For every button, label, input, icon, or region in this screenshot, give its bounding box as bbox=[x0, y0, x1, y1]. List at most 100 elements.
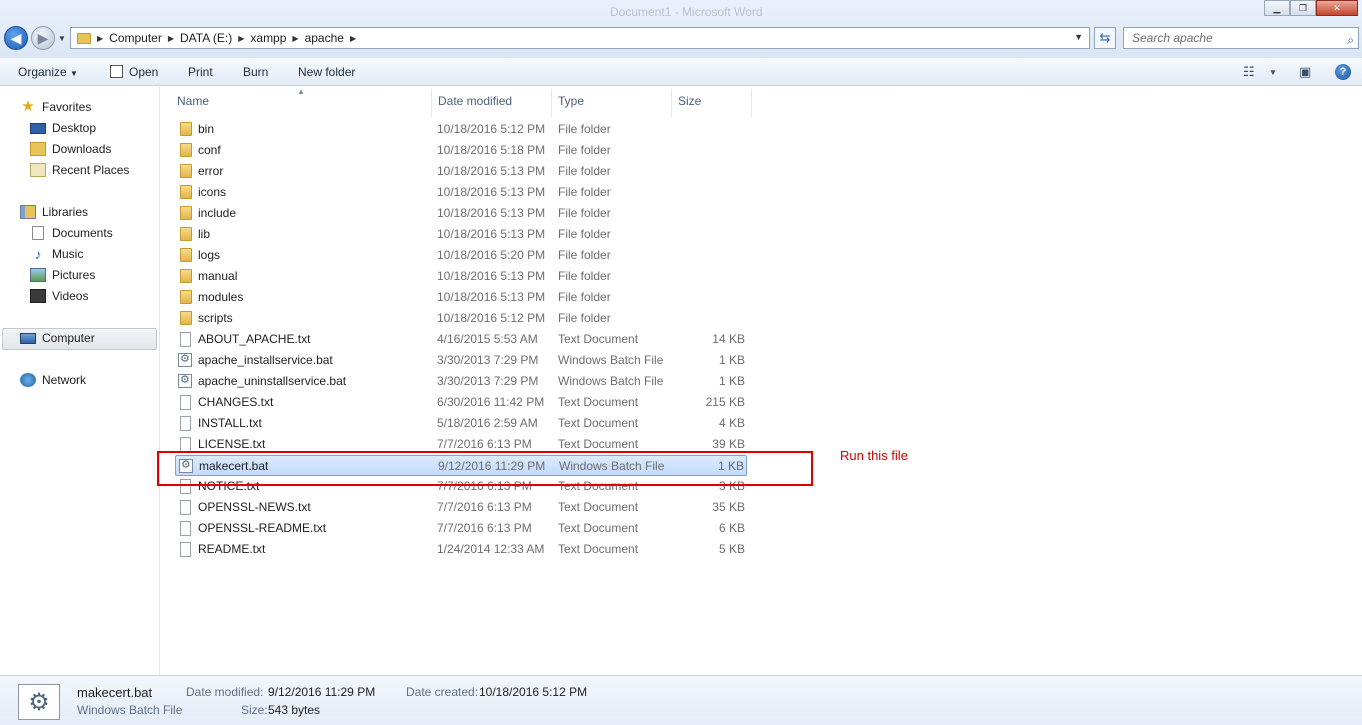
batch-file-icon bbox=[178, 352, 192, 367]
file-row[interactable]: apache_installservice.bat 3/30/2013 7:29 … bbox=[175, 350, 747, 371]
file-row[interactable]: scripts 10/18/2016 5:12 PM File folder bbox=[175, 308, 747, 329]
nav-libraries[interactable]: Libraries bbox=[20, 205, 88, 219]
file-row[interactable]: logs 10/18/2016 5:20 PM File folder bbox=[175, 245, 747, 266]
recent-pages-dropdown[interactable]: ▼ bbox=[58, 34, 66, 43]
nav-recent-places[interactable]: Recent Places bbox=[30, 163, 129, 177]
forward-button[interactable]: ▶ bbox=[31, 26, 55, 50]
text-file-icon bbox=[180, 521, 191, 536]
nav-documents[interactable]: Documents bbox=[30, 226, 113, 240]
breadcrumb-computer[interactable]: Computer bbox=[109, 31, 162, 45]
file-type: File folder bbox=[558, 164, 611, 178]
minimize-button[interactable]: ▁ bbox=[1264, 0, 1290, 16]
file-type: Text Document bbox=[558, 542, 639, 556]
chevron-down-icon[interactable]: ▼ bbox=[1269, 68, 1277, 77]
file-row[interactable]: lib 10/18/2016 5:13 PM File folder bbox=[175, 224, 747, 245]
column-header-type[interactable]: Type bbox=[558, 94, 584, 108]
file-row[interactable]: include 10/18/2016 5:13 PM File folder bbox=[175, 203, 747, 224]
nav-music[interactable]: ♪ Music bbox=[30, 246, 84, 262]
file-row[interactable]: bin 10/18/2016 5:12 PM File folder bbox=[175, 119, 747, 140]
file-name: error bbox=[198, 164, 224, 178]
file-row[interactable]: apache_uninstallservice.bat 3/30/2013 7:2… bbox=[175, 371, 747, 392]
file-type: File folder bbox=[558, 248, 611, 262]
text-file-icon bbox=[180, 395, 191, 410]
breadcrumb-xampp[interactable]: xampp bbox=[250, 31, 286, 45]
search-input[interactable]: Search apache ⌕ bbox=[1123, 27, 1359, 49]
burn-button[interactable]: Burn bbox=[243, 65, 268, 79]
desktop-icon bbox=[30, 122, 46, 134]
column-divider[interactable] bbox=[551, 89, 552, 117]
open-button[interactable]: Open bbox=[129, 65, 158, 79]
refresh-button[interactable]: ⇆ bbox=[1094, 27, 1116, 49]
details-modified-label: Date modified: bbox=[186, 685, 264, 699]
file-row[interactable]: CHANGES.txt 6/30/2016 11:42 PM Text Docume… bbox=[175, 392, 747, 413]
file-row[interactable]: conf 10/18/2016 5:18 PM File folder bbox=[175, 140, 747, 161]
column-header-size[interactable]: Size bbox=[678, 94, 701, 108]
file-row[interactable]: OPENSSL-README.txt 7/7/2016 6:13 PM Text D… bbox=[175, 518, 747, 539]
close-button[interactable]: ✕ bbox=[1316, 0, 1358, 16]
file-name: scripts bbox=[198, 311, 233, 325]
breadcrumb-data-drive[interactable]: DATA (E:) bbox=[180, 31, 232, 45]
nav-pictures[interactable]: Pictures bbox=[30, 268, 95, 282]
file-date: 10/18/2016 5:13 PM bbox=[437, 164, 546, 178]
print-button[interactable]: Print bbox=[188, 65, 213, 79]
file-row[interactable]: INSTALL.txt 5/18/2016 2:59 AM Text Documen… bbox=[175, 413, 747, 434]
chevron-right-icon[interactable]: ▶ bbox=[238, 34, 244, 43]
text-file-icon bbox=[180, 416, 191, 431]
libraries-icon bbox=[20, 205, 36, 219]
new-folder-button[interactable]: New folder bbox=[298, 65, 355, 79]
nav-desktop[interactable]: Desktop bbox=[30, 121, 96, 135]
file-row[interactable]: OPENSSL-NEWS.txt 7/7/2016 6:13 PM Text Doc… bbox=[175, 497, 747, 518]
file-name: ABOUT_APACHE.txt bbox=[198, 332, 311, 346]
file-name: lib bbox=[198, 227, 211, 241]
column-divider[interactable] bbox=[671, 89, 672, 117]
search-icon[interactable]: ⌕ bbox=[1347, 30, 1354, 50]
breadcrumb-apache[interactable]: apache bbox=[305, 31, 344, 45]
file-row[interactable]: README.txt 1/24/2014 12:33 AM Text Documen… bbox=[175, 539, 747, 560]
network-icon bbox=[20, 373, 36, 387]
chevron-right-icon[interactable]: ▶ bbox=[97, 34, 103, 43]
preview-pane-icon[interactable]: ▣ bbox=[1299, 64, 1311, 80]
column-header-name[interactable]: Name bbox=[177, 94, 209, 108]
nav-network[interactable]: Network bbox=[20, 373, 86, 387]
nav-videos[interactable]: Videos bbox=[30, 289, 88, 303]
nav-network-label: Network bbox=[42, 373, 87, 387]
back-arrow-icon: ◀ bbox=[10, 29, 22, 46]
help-icon[interactable]: ? bbox=[1335, 64, 1351, 80]
file-type: Text Document bbox=[558, 521, 639, 535]
address-bar[interactable]: ▶ Computer ▶ DATA (E:) ▶ xampp ▶ apache … bbox=[70, 27, 1090, 49]
annotation-text: Run this file bbox=[840, 448, 908, 463]
column-divider[interactable] bbox=[431, 89, 432, 117]
details-file-type: Windows Batch File bbox=[77, 703, 183, 717]
nav-computer[interactable]: Computer bbox=[20, 331, 95, 345]
folder-icon bbox=[180, 311, 192, 325]
file-row[interactable]: icons 10/18/2016 5:13 PM File folder bbox=[175, 182, 747, 203]
file-row[interactable]: modules 10/18/2016 5:13 PM File folder bbox=[175, 287, 747, 308]
view-options-icon[interactable]: ☷ bbox=[1243, 64, 1255, 80]
file-row[interactable]: ABOUT_APACHE.txt 4/16/2015 5:53 AM Text Do… bbox=[175, 329, 747, 350]
music-icon: ♪ bbox=[34, 246, 42, 262]
videos-icon bbox=[30, 289, 46, 303]
column-divider[interactable] bbox=[751, 89, 752, 117]
maximize-button[interactable]: ❐ bbox=[1290, 0, 1316, 16]
chevron-right-icon[interactable]: ▶ bbox=[350, 34, 356, 43]
back-button[interactable]: ◀ bbox=[4, 26, 28, 50]
file-date: 10/18/2016 5:12 PM bbox=[437, 122, 546, 136]
file-row[interactable]: error 10/18/2016 5:13 PM File folder bbox=[175, 161, 747, 182]
file-name: CHANGES.txt bbox=[198, 395, 274, 409]
chevron-right-icon[interactable]: ▶ bbox=[292, 34, 298, 43]
organize-button[interactable]: Organize ▼ bbox=[18, 65, 78, 79]
details-created-label: Date created: bbox=[406, 685, 479, 699]
file-size: 39 KB bbox=[712, 437, 745, 451]
documents-icon bbox=[32, 226, 44, 240]
file-row[interactable]: manual 10/18/2016 5:13 PM File folder bbox=[175, 266, 747, 287]
file-date: 10/18/2016 5:20 PM bbox=[437, 248, 546, 262]
column-header-date[interactable]: Date modified bbox=[438, 94, 512, 108]
address-dropdown-icon[interactable]: ▼ bbox=[1074, 32, 1083, 42]
nav-favorites[interactable]: ★ Favorites bbox=[20, 99, 91, 114]
chevron-right-icon[interactable]: ▶ bbox=[168, 34, 174, 43]
file-date: 7/7/2016 6:13 PM bbox=[437, 437, 532, 451]
file-type: File folder bbox=[558, 122, 611, 136]
nav-downloads[interactable]: Downloads bbox=[30, 142, 111, 156]
file-date: 3/30/2013 7:29 PM bbox=[437, 353, 539, 367]
nav-recent-label: Recent Places bbox=[52, 163, 130, 177]
